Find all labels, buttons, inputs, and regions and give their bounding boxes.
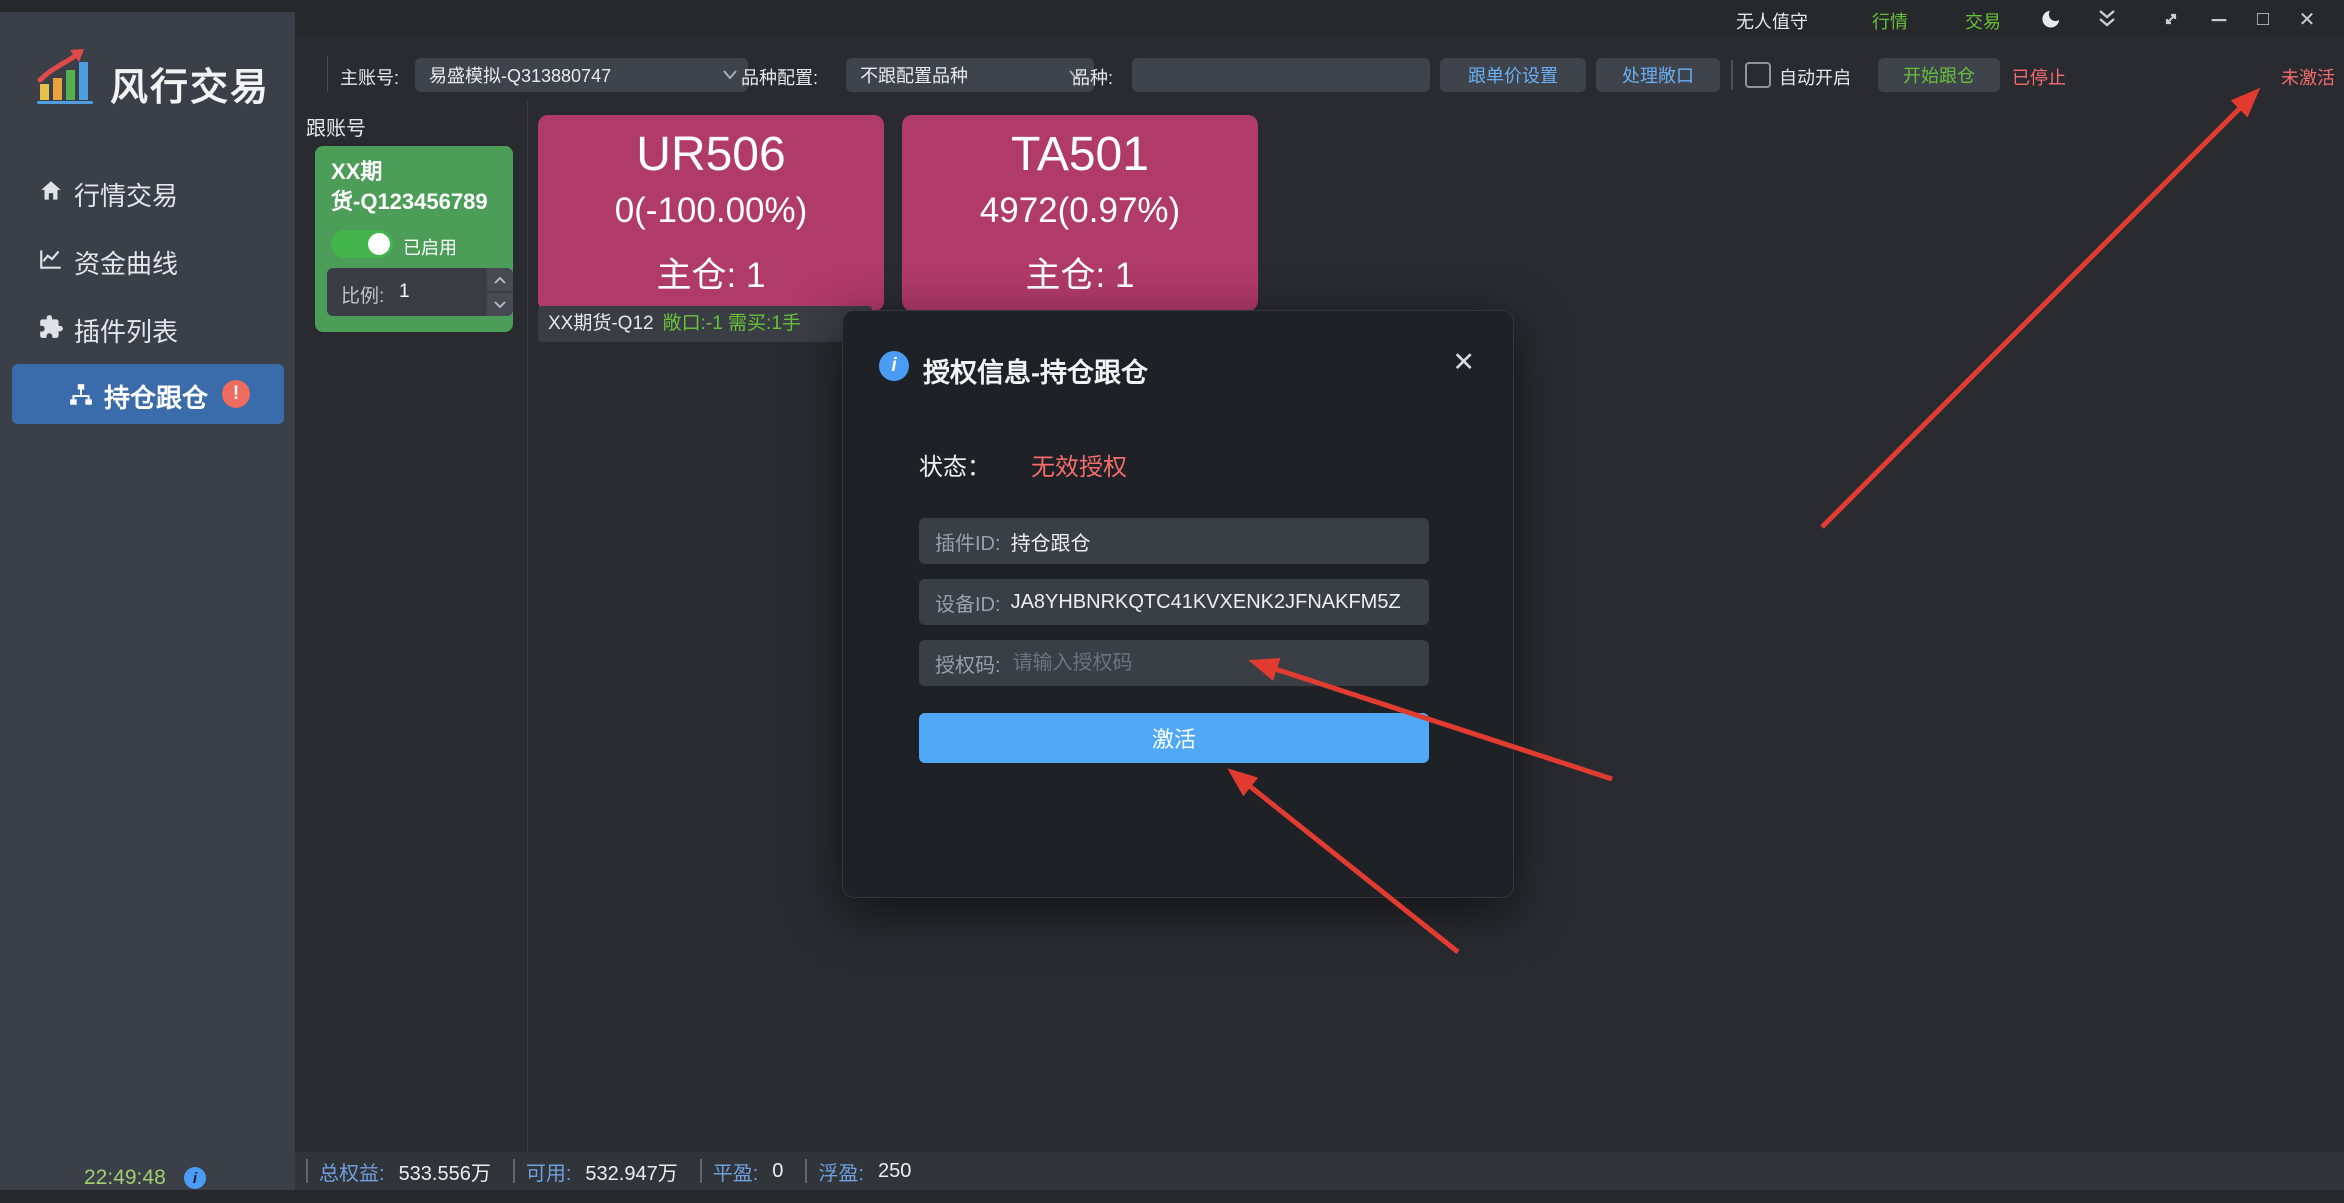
card-main-position: 主仓: 1	[902, 247, 1258, 298]
stepper-down-button[interactable]	[487, 293, 513, 316]
chevron-down-icon	[494, 301, 506, 309]
enabled-toggle[interactable]	[331, 230, 393, 258]
sidebar: 风行交易 行情交易 资金曲线 插件列表 持仓跟仓 ! 22:49:48 i	[0, 12, 295, 1190]
stopped-status: 已停止	[2012, 64, 2066, 90]
toolbar-divider	[1731, 60, 1733, 90]
modal-close-icon[interactable]: ✕	[1452, 347, 1475, 378]
app-title: 风行交易	[110, 56, 270, 111]
status-bar: 总权益: 533.556万 可用: 532.947万 平盈: 0 浮盈: 250	[295, 1152, 2344, 1190]
home-icon	[38, 178, 64, 204]
resize-expand-icon[interactable]	[2158, 6, 2184, 32]
closed-pnl-label: 平盈:	[713, 1157, 759, 1186]
total-equity-value: 533.556万	[399, 1157, 491, 1186]
floating-pnl-label: 浮盈:	[818, 1157, 864, 1186]
variety-config-label: 品种配置:	[741, 64, 818, 90]
theme-moon-icon[interactable]	[2038, 6, 2064, 32]
tab-trade[interactable]: 交易	[1965, 8, 2001, 34]
device-id-label: 设备ID:	[935, 588, 1001, 617]
close-window-icon[interactable]: ✕	[2294, 6, 2320, 32]
ratio-value: 1	[399, 281, 410, 303]
authorization-modal: i 授权信息-持仓跟仓 ✕ 状态： 无效授权 插件ID: 持仓跟仓 设备ID: …	[842, 310, 1514, 898]
sidebar-item-fund-curve[interactable]: 资金曲线	[0, 242, 295, 282]
toggle-knob	[368, 233, 390, 255]
ratio-stepper	[487, 268, 513, 316]
plugin-id-label: 插件ID:	[935, 527, 1001, 556]
variety-config-select[interactable]: 不跟配置品种	[846, 58, 1094, 92]
total-equity-label: 总权益:	[319, 1157, 385, 1186]
toolbar-left-divider	[327, 56, 328, 92]
device-id-value: JA8YHBNRKQTC41KVXENK2JFNAKFM5Z	[1011, 591, 1401, 614]
auth-code-input[interactable]	[1011, 651, 1413, 676]
auto-start-checkbox[interactable]	[1745, 62, 1771, 88]
chevron-down-icon	[722, 69, 738, 81]
position-card-ur506[interactable]: UR506 0(-100.00%) 主仓: 1	[538, 115, 884, 311]
enabled-label: 已启用	[403, 234, 457, 260]
card-quote: 4972(0.97%)	[902, 191, 1258, 231]
start-follow-button[interactable]: 开始跟仓	[1878, 58, 2000, 92]
maximize-icon[interactable]: □	[2250, 6, 2276, 32]
panel-divider	[527, 100, 528, 1152]
card-symbol: UR506	[538, 127, 884, 182]
statusbar-divider	[306, 1159, 308, 1183]
minimize-icon[interactable]	[2206, 6, 2232, 32]
follow-account-name-line1: XX期	[331, 154, 382, 186]
exposure-tooltip: XX期货-Q12 敞口:-1 需买:1手	[538, 306, 872, 342]
unattended-label[interactable]: 无人值守	[1736, 8, 1808, 34]
exposure-tooltip-account: XX期货-Q12	[548, 313, 654, 334]
main-account-label: 主账号:	[340, 64, 399, 90]
variety-input[interactable]	[1132, 58, 1430, 92]
statusbar-divider	[700, 1159, 702, 1183]
sidebar-item-position-follow[interactable]: 持仓跟仓 !	[12, 364, 284, 424]
variety-label: 品种:	[1072, 64, 1113, 90]
status-label: 状态：	[919, 447, 991, 482]
sitemap-icon	[68, 382, 94, 408]
card-symbol: TA501	[902, 127, 1258, 182]
available-label: 可用:	[526, 1157, 572, 1186]
app-window: 无人值守 行情 交易 □ ✕ 风行交易 行情	[0, 0, 2344, 1203]
status-value: 无效授权	[1031, 447, 1127, 482]
modal-title: 授权信息-持仓跟仓	[923, 351, 1148, 390]
activate-button[interactable]: 激活	[919, 713, 1429, 763]
statusbar-divider	[805, 1159, 807, 1183]
warning-badge-icon: !	[222, 380, 250, 408]
device-id-field: 设备ID: JA8YHBNRKQTC41KVXENK2JFNAKFM5Z	[919, 579, 1429, 625]
handle-exposure-button[interactable]: 处理敞口	[1596, 58, 1720, 92]
sidebar-item-market-trade[interactable]: 行情交易	[0, 174, 295, 214]
tab-quote[interactable]: 行情	[1872, 8, 1908, 34]
plugin-id-value: 持仓跟仓	[1011, 527, 1091, 556]
window-bottom-edge	[0, 1190, 2344, 1203]
plugin-id-field: 插件ID: 持仓跟仓	[919, 518, 1429, 564]
ratio-field[interactable]: 比例: 1	[327, 268, 513, 316]
clock-time: 22:49:48	[84, 1166, 166, 1190]
time-info-icon[interactable]: i	[184, 1167, 206, 1189]
puzzle-icon	[38, 314, 64, 340]
follow-account-header: 跟账号	[306, 112, 366, 141]
card-main-position: 主仓: 1	[538, 247, 884, 298]
follow-account-name-line2: 货-Q123456789	[331, 184, 488, 216]
inactive-status: 未激活	[2281, 64, 2335, 90]
statusbar-divider	[513, 1159, 515, 1183]
main-account-select[interactable]: 易盛模拟-Q313880747	[415, 58, 748, 92]
info-icon: i	[879, 351, 909, 381]
collapse-double-chevron-icon[interactable]	[2094, 6, 2120, 32]
follow-price-settings-button[interactable]: 跟单价设置	[1440, 58, 1586, 92]
closed-pnl-value: 0	[772, 1160, 783, 1183]
card-quote: 0(-100.00%)	[538, 191, 884, 231]
chevron-up-icon	[494, 276, 506, 284]
auth-code-label: 授权码:	[935, 649, 1001, 678]
sidebar-item-plugin-list[interactable]: 插件列表	[0, 310, 295, 350]
floating-pnl-value: 250	[878, 1160, 911, 1183]
auto-start-label: 自动开启	[1779, 64, 1851, 90]
stepper-up-button[interactable]	[487, 268, 513, 291]
position-card-ta501[interactable]: TA501 4972(0.97%) 主仓: 1	[902, 115, 1258, 311]
exposure-tooltip-detail: 敞口:-1 需买:1手	[663, 313, 801, 334]
auth-code-field[interactable]: 授权码:	[919, 640, 1429, 686]
ratio-label: 比例:	[341, 281, 384, 308]
app-logo-icon	[34, 44, 100, 106]
line-chart-icon	[38, 246, 64, 272]
available-value: 532.947万	[585, 1157, 677, 1186]
follow-account-card[interactable]: XX期 货-Q123456789 已启用 比例: 1	[315, 146, 513, 332]
